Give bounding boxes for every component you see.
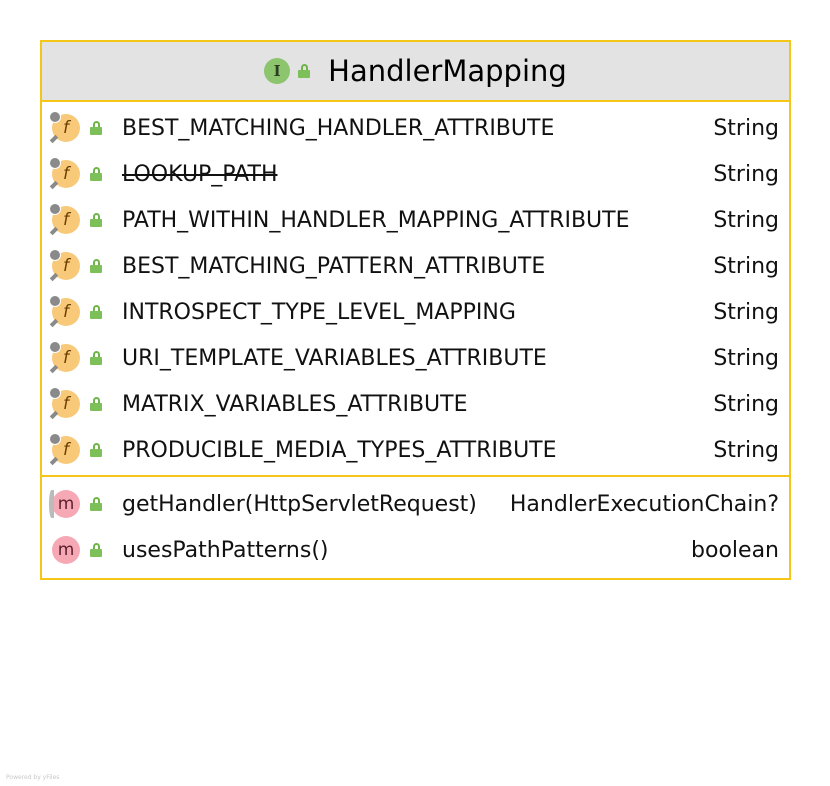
public-lock-icon xyxy=(90,497,102,511)
final-marker-icon xyxy=(49,226,59,236)
field-type: String xyxy=(713,253,779,279)
class-name: HandlerMapping xyxy=(328,54,567,88)
static-marker-icon xyxy=(49,433,61,445)
static-final-field-icon: f xyxy=(49,249,80,282)
static-final-field-icon: f xyxy=(49,433,80,466)
static-final-field-icon: f xyxy=(49,295,80,328)
static-final-field-icon: f xyxy=(49,203,80,236)
field-name: URI_TEMPLATE_VARIABLES_ATTRIBUTE xyxy=(122,345,547,371)
static-marker-icon xyxy=(49,203,61,215)
field-type: String xyxy=(713,207,779,233)
static-marker-icon xyxy=(49,295,61,307)
static-marker-icon xyxy=(49,387,61,399)
field-type: String xyxy=(713,345,779,371)
abstract-method-icon: m xyxy=(49,490,80,518)
field-row: f PATH_WITHIN_HANDLER_MAPPING_ATTRIBUTE … xyxy=(42,197,789,243)
method-return-type: boolean xyxy=(691,537,779,563)
method-signature: usesPathPatterns() xyxy=(122,537,329,563)
field-type: String xyxy=(713,391,779,417)
field-name: PRODUCIBLE_MEDIA_TYPES_ATTRIBUTE xyxy=(122,437,557,463)
field-name: MATRIX_VARIABLES_ATTRIBUTE xyxy=(122,391,468,417)
field-name: PATH_WITHIN_HANDLER_MAPPING_ATTRIBUTE xyxy=(122,207,630,233)
public-lock-icon xyxy=(90,351,102,365)
fields-section: f BEST_MATCHING_HANDLER_ATTRIBUTE String… xyxy=(42,102,789,477)
final-marker-icon xyxy=(49,410,59,420)
field-type: String xyxy=(713,115,779,141)
methods-section: m getHandler(HttpServletRequest) Handler… xyxy=(42,477,789,578)
static-final-field-icon: f xyxy=(49,157,80,190)
field-name: INTROSPECT_TYPE_LEVEL_MAPPING xyxy=(122,299,516,325)
class-box: I HandlerMapping f BEST_MATCHING_HANDLER… xyxy=(40,40,791,580)
field-row: f INTROSPECT_TYPE_LEVEL_MAPPING String xyxy=(42,289,789,335)
static-marker-icon xyxy=(49,111,61,123)
static-final-field-icon: f xyxy=(49,341,80,374)
static-final-field-icon: f xyxy=(49,111,80,144)
field-type: String xyxy=(713,299,779,325)
field-name: BEST_MATCHING_HANDLER_ATTRIBUTE xyxy=(122,115,555,141)
powered-by-note: Powered by yFiles xyxy=(6,774,60,781)
static-marker-icon xyxy=(49,341,61,353)
method-row: m usesPathPatterns() boolean xyxy=(42,527,789,573)
field-name: BEST_MATCHING_PATTERN_ATTRIBUTE xyxy=(122,253,546,279)
final-marker-icon xyxy=(49,456,59,466)
static-marker-icon xyxy=(49,157,61,169)
final-marker-icon xyxy=(49,272,59,282)
public-lock-icon xyxy=(90,305,102,319)
interface-icon: I xyxy=(264,58,291,84)
class-header: I HandlerMapping xyxy=(42,42,789,102)
field-row: f PRODUCIBLE_MEDIA_TYPES_ATTRIBUTE Strin… xyxy=(42,427,789,473)
public-lock-icon xyxy=(90,213,102,227)
final-marker-icon xyxy=(49,364,59,374)
public-lock-icon xyxy=(90,167,102,181)
public-lock-icon xyxy=(298,64,311,78)
method-signature: getHandler(HttpServletRequest) xyxy=(122,491,477,517)
static-marker-icon xyxy=(49,249,61,261)
final-marker-icon xyxy=(49,134,59,144)
public-lock-icon xyxy=(90,121,102,135)
field-type: String xyxy=(713,437,779,463)
final-marker-icon xyxy=(49,318,59,328)
public-lock-icon xyxy=(90,259,102,273)
method-icon: m xyxy=(52,536,80,564)
public-lock-icon xyxy=(90,543,102,557)
field-name: LOOKUP_PATH xyxy=(122,161,278,187)
public-lock-icon xyxy=(90,443,102,457)
field-row: f MATRIX_VARIABLES_ATTRIBUTE String xyxy=(42,381,789,427)
field-row: f BEST_MATCHING_PATTERN_ATTRIBUTE String xyxy=(42,243,789,289)
final-marker-icon xyxy=(49,180,59,190)
public-lock-icon xyxy=(90,397,102,411)
field-row: f URI_TEMPLATE_VARIABLES_ATTRIBUTE Strin… xyxy=(42,335,789,381)
field-row: f BEST_MATCHING_HANDLER_ATTRIBUTE String xyxy=(42,105,789,151)
method-return-type: HandlerExecutionChain? xyxy=(509,491,779,517)
method-row: m getHandler(HttpServletRequest) Handler… xyxy=(42,481,789,527)
static-final-field-icon: f xyxy=(49,387,80,420)
field-type: String xyxy=(713,161,779,187)
field-row: f LOOKUP_PATH String xyxy=(42,151,789,197)
